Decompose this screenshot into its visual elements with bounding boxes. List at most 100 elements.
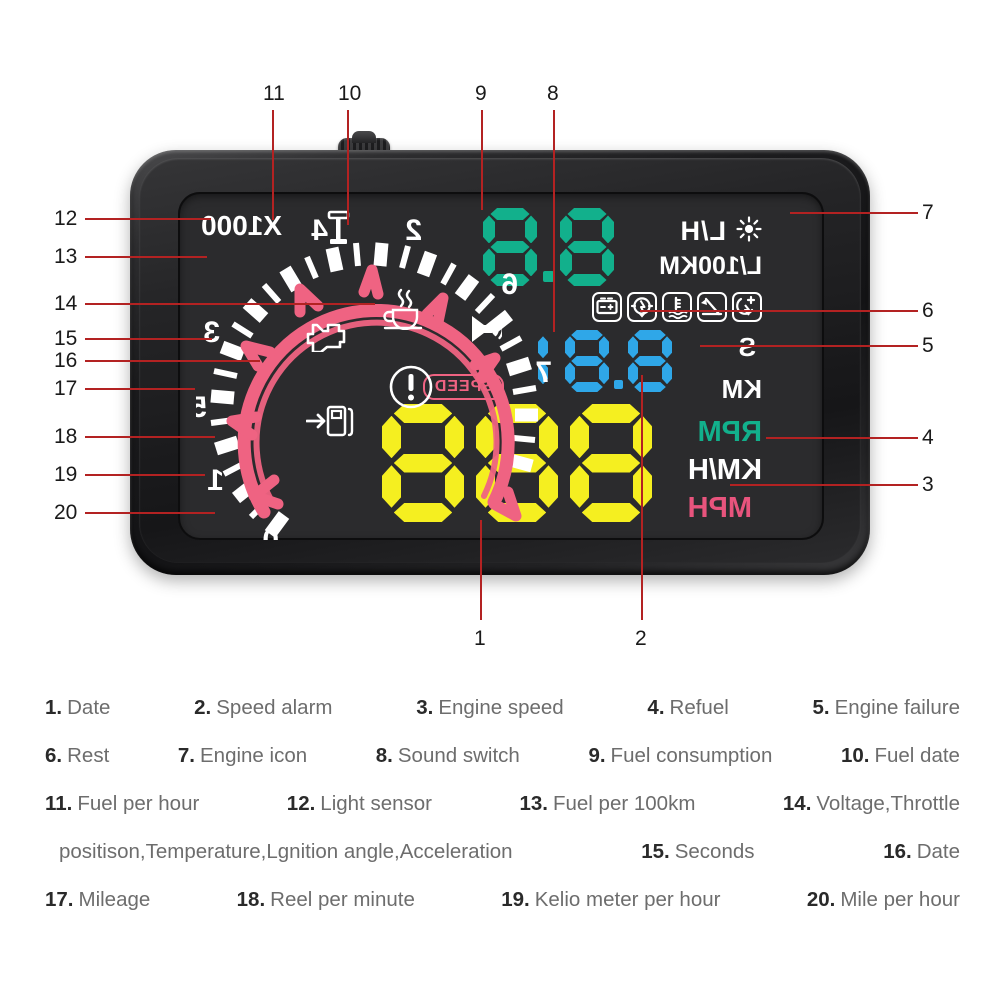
legend-num: 8. — [375, 744, 393, 767]
legend-item-12: 12. Light sensor — [287, 792, 432, 816]
callout-line-16 — [85, 360, 260, 362]
callout-line-14 — [85, 303, 375, 305]
callout-line-17 — [85, 388, 195, 390]
legend-text: Engine speed — [438, 696, 564, 719]
callout-num-13: 13 — [54, 245, 78, 268]
mph-label: MPH — [687, 492, 752, 524]
status-icon-row — [592, 292, 762, 322]
refuel-pump-arrow-icon — [306, 405, 354, 437]
legend-item-14-cont: positison,Temperature,Lgnition angle,Acc… — [59, 840, 513, 864]
callout-num-1: 1 — [474, 627, 486, 650]
callout-num-16: 16 — [54, 349, 78, 372]
legend-item-15: 15. Seconds — [641, 840, 754, 864]
callout-num-12: 12 — [54, 207, 78, 230]
legend-item-19: 19. Kelio meter per hour — [501, 888, 720, 912]
legend-text: Mileage — [78, 888, 151, 911]
legend-num: 4. — [647, 696, 665, 719]
callout-num-7: 7 — [922, 201, 934, 224]
callout-num-8: 8 — [547, 82, 559, 105]
legend-item-16: 16. Date — [883, 840, 960, 864]
date-display-digits — [538, 330, 672, 392]
legend-num: 16. — [883, 840, 912, 863]
legend-item-17: 17. Mileage — [45, 888, 150, 912]
legend-text: Fuel per hour — [77, 792, 200, 815]
callout-line-10 — [347, 110, 349, 225]
tach-multiplier-label: X1000 — [201, 210, 282, 241]
legend-num: 15. — [641, 840, 670, 863]
legend-item-1: 1. Date — [45, 696, 110, 720]
mileage-unit-label: KM — [721, 374, 762, 404]
legend-num: 19. — [501, 888, 530, 911]
legend-item-2: 2. Speed alarm — [194, 696, 332, 720]
throttle-position-icon — [697, 292, 727, 322]
legend-row-2: 6. Rest 7. Engine icon 8. Sound switch 9. Fu… — [45, 744, 960, 768]
legend-num: 2. — [194, 696, 212, 719]
tach-label-3: 3 — [203, 316, 220, 349]
callout-line-15 — [85, 338, 212, 340]
callout-num-19: 19 — [54, 463, 78, 486]
speed-digit-1 — [570, 404, 652, 522]
legend-text: Engine icon — [200, 744, 308, 767]
legend-item-9: 9. Fuel consumption — [588, 744, 772, 768]
speed-alarm-badge: SPEED — [422, 374, 504, 400]
legend-text: Mile per hour — [840, 888, 960, 911]
legend-text: Seconds — [674, 840, 755, 863]
legend-num: 3. — [416, 696, 434, 719]
legend-item-20: 20. Mile per hour — [807, 888, 960, 912]
callout-line-18 — [85, 436, 215, 438]
callout-line-7 — [790, 212, 918, 214]
callout-line-8 — [553, 110, 555, 332]
legend-row-4: positison,Temperature,Lgnition angle,Acc… — [45, 840, 960, 864]
callout-num-10: 10 — [338, 82, 362, 105]
engine-icon — [306, 323, 346, 352]
date-digit-1 — [628, 330, 672, 392]
legend-text: Light sensor — [320, 792, 432, 815]
callout-line-3 — [730, 484, 918, 486]
sun-icon — [736, 216, 762, 242]
legend: 1. Date 2. Speed alarm 3. Engine speed 4. Re… — [45, 696, 960, 936]
legend-text: Speed alarm — [216, 696, 333, 719]
rpm-label: RPM — [697, 416, 762, 448]
hud-screen: L/H L/100KM S KM RPM KM/H MPH 0 1 3 4 2 … — [178, 192, 824, 540]
legend-num: 14. — [782, 792, 812, 815]
legend-item-18: 18. Reel per minute — [237, 888, 415, 912]
fuel-rate-l100km-label: L/100KM — [659, 252, 762, 280]
legend-item-3: 3. Engine speed — [416, 696, 564, 720]
legend-num: 1. — [45, 696, 63, 719]
legend-text: Date — [67, 696, 111, 719]
callout-num-3: 3 — [922, 473, 934, 496]
legend-row-3: 11. Fuel per hour 12. Light sensor 13. Fuel… — [45, 792, 960, 816]
callout-num-18: 18 — [54, 425, 78, 448]
legend-text: Rest — [67, 744, 110, 767]
legend-item-11: 11. Fuel per hour — [45, 792, 199, 816]
legend-item-5: 5. Engine failure — [813, 696, 960, 720]
speed-alarm-icon: SPEED — [388, 364, 504, 410]
legend-num: 11. — [45, 792, 73, 815]
speaker-icon — [472, 316, 502, 342]
hud-diagram-root: L/H L/100KM S KM RPM KM/H MPH 0 1 3 4 2 … — [0, 0, 1000, 1000]
legend-text: Kelio meter per hour — [534, 888, 721, 911]
legend-text: Fuel date — [874, 744, 960, 767]
legend-item-8: 8. Sound switch — [376, 744, 520, 768]
callout-line-20 — [85, 512, 215, 514]
legend-num: 17. — [45, 888, 74, 911]
callout-line-6 — [640, 310, 918, 312]
fuel-digit-1 — [560, 208, 614, 286]
callout-line-12 — [85, 218, 211, 220]
voltage-icon — [732, 292, 762, 322]
seconds-unit-label: S — [738, 332, 756, 362]
legend-num: 9. — [588, 744, 606, 767]
callout-num-6: 6 — [922, 299, 934, 322]
callout-line-2 — [641, 375, 643, 620]
hud-mirrored-content: L/H L/100KM S KM RPM KM/H MPH 0 1 3 4 2 … — [178, 192, 824, 540]
callout-num-4: 4 — [922, 426, 934, 449]
legend-item-10: 10. Fuel date — [841, 744, 960, 768]
callout-num-15: 15 — [54, 327, 78, 350]
legend-text: Engine failure — [834, 696, 960, 719]
hud-device-body: L/H L/100KM S KM RPM KM/H MPH 0 1 3 4 2 … — [130, 150, 870, 575]
date-digit-2 — [565, 330, 609, 392]
legend-row-1: 1. Date 2. Speed alarm 3. Engine speed 4. Re… — [45, 696, 960, 720]
legend-item-13: 13. Fuel per 100km — [519, 792, 695, 816]
callout-num-20: 20 — [54, 501, 78, 524]
acceleration-icon — [592, 292, 622, 322]
